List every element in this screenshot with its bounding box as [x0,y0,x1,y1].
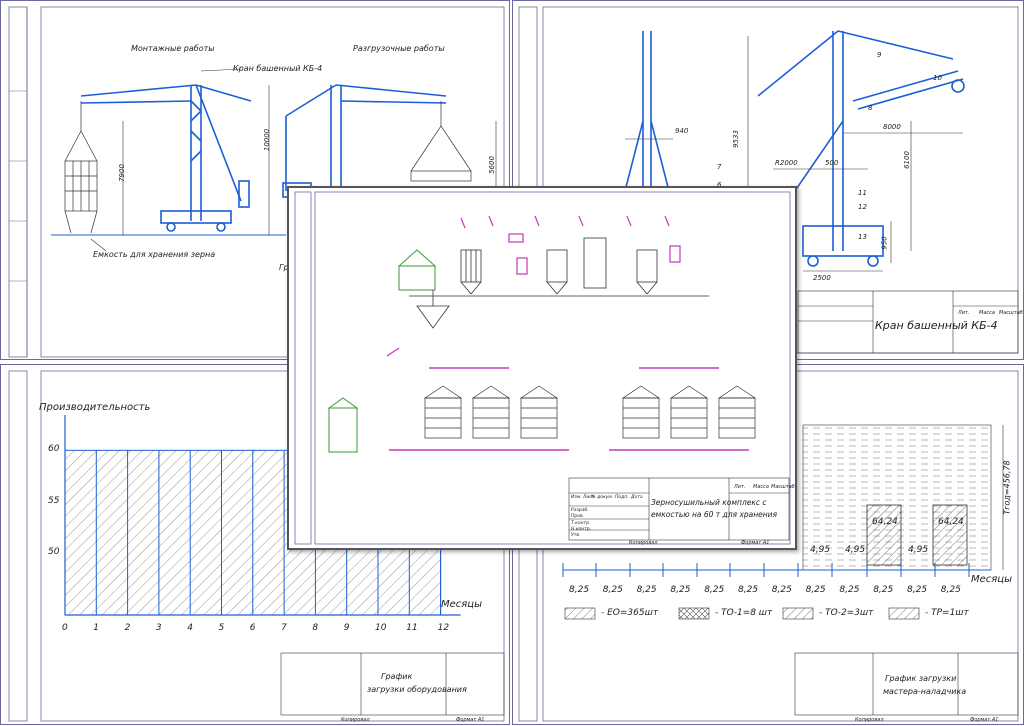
value-top-2: 64,24 [938,517,964,527]
legend-to1: - ТО-1=8 шт [715,608,773,618]
bl-title-1: График [381,672,413,681]
month-value-label: 8,25 [940,585,961,595]
x-tick-label: 5 [218,623,225,633]
x-tick-label: 3 [155,623,162,633]
dim-8000: 8000 [883,123,901,131]
dim-7900: 7900 [117,164,126,182]
callout-7: 7 [717,163,722,171]
br-footer-left: Копировал [855,717,884,723]
right-caption: Разгрузочные работы [353,44,445,53]
title-kb4: Кран башенный КБ-4 [875,319,998,332]
x-tick-label: 8 [312,623,319,633]
center-stamp-mass: Масса [753,484,769,490]
month-value-label: 8,25 [907,585,928,595]
callout-8: 8 [868,104,873,112]
x-tick-label: 6 [249,623,256,633]
legend-eo: - ЕО=365шт [601,608,659,618]
callout-10: 10 [933,74,942,82]
month-value-label: 8,25 [636,585,657,595]
x-tick-label: 4 [187,623,193,633]
legend-to2: - ТО-2=3шт [819,608,874,618]
x-tick-label: 1 [93,623,100,633]
month-value-label: 8,25 [839,585,860,595]
value-mid-1: 4,95 [810,545,831,555]
center-stamp-row-7: Т.контр. [571,521,591,526]
dim-500: 500 [825,159,839,167]
value-top-1: 64,24 [872,517,898,527]
x-tick-label: 9 [343,623,350,633]
callout-9: 9 [877,51,882,59]
center-stamp-row-2: № докум. [591,495,614,500]
grain-drying-scheme [294,191,791,545]
y-tick-label: 50 [48,547,60,558]
center-stamp-row-9: Утв. [571,533,581,538]
brick-silos [423,385,757,439]
center-footer-right: Формат А1 [741,540,770,546]
center-stamp-lit: Лит. [734,484,746,490]
dim-10000: 10000 [263,128,272,152]
x-tick-label: 11 [406,623,418,633]
y-tick-label: 60 [48,444,60,455]
dim-950: 950 [880,236,889,250]
y-tick-label: 55 [48,495,60,506]
container-label: Емкость для хранения зерна [93,250,216,259]
month-value-label: 8,25 [738,585,759,595]
month-value-label: 8,25 [771,585,792,595]
br-title-2: мастера-наладчика [883,687,967,696]
x-tick-label: 7 [281,623,287,633]
callout-13: 13 [858,233,867,241]
stamp-mass: Масса [979,310,995,316]
legend-tr: - ТР=1шт [925,608,969,618]
month-value-label: 8,25 [602,585,623,595]
x-tick-label: 2 [124,623,131,633]
chart-ylabel: Производительность [39,402,151,413]
center-stamp-row-6: Пров. [571,514,585,519]
x-tick-label: 0 [62,623,68,633]
center-footer-left: Копировал [629,540,658,546]
bl-footer-right: Формат А1 [456,717,485,723]
crane-label: Кран башенный КБ-4 [233,64,323,73]
center-stamp-row-3: Подп. [615,495,629,500]
dim-6100: 6100 [902,151,911,169]
center-stamp-row-4: Дата [631,495,643,500]
callout-11: 11 [858,189,867,197]
month-value-label: 8,25 [805,585,826,595]
x-tick-label: 12 [437,623,450,633]
center-title-2: емкостью на 60 т для хранения [651,510,778,519]
month-value-label: 8,25 [569,585,590,595]
x-tick-label: 10 [375,623,387,633]
center-stamp-row-5: Разраб. [571,508,589,513]
center-stamp-row-8: Н.контр. [571,527,592,532]
stamp-lit: Лит. [958,310,970,316]
bl-title-2: загрузки оборудования [367,685,467,694]
month-value-label: 8,25 [873,585,894,595]
vertical-total-label: Тгод=456,78 [1002,460,1012,515]
chart-xlabel: Месяцы [441,599,482,610]
dim-2500: 2500 [813,274,831,282]
br-xlabel: Месяцы [971,574,1012,585]
dim-940: 940 [675,127,689,135]
br-title-1: График загрузки [885,674,957,683]
value-mid-2: 4,95 [845,545,866,555]
stamp-scale: Масштаб [999,310,1023,316]
bl-footer-left: Копировал [341,717,370,723]
left-caption: Монтажные работы [131,44,215,53]
center-stamp-scale: Масштаб [771,484,795,490]
sheet-grain-drying-complex: Зерносушильный комплекс с емкостью на 60… [287,186,797,550]
dim-9533: 9533 [731,130,740,148]
callout-12: 12 [858,203,867,211]
br-footer-right: Формат А1 [970,717,999,723]
dim-r2000: R2000 [775,159,798,167]
month-value-label: 8,25 [670,585,691,595]
center-title-1: Зерносушильный комплекс с [651,498,767,507]
dim-5600: 5600 [487,156,496,174]
month-value-label: 8,25 [704,585,725,595]
value-mid-3: 4,95 [908,545,929,555]
